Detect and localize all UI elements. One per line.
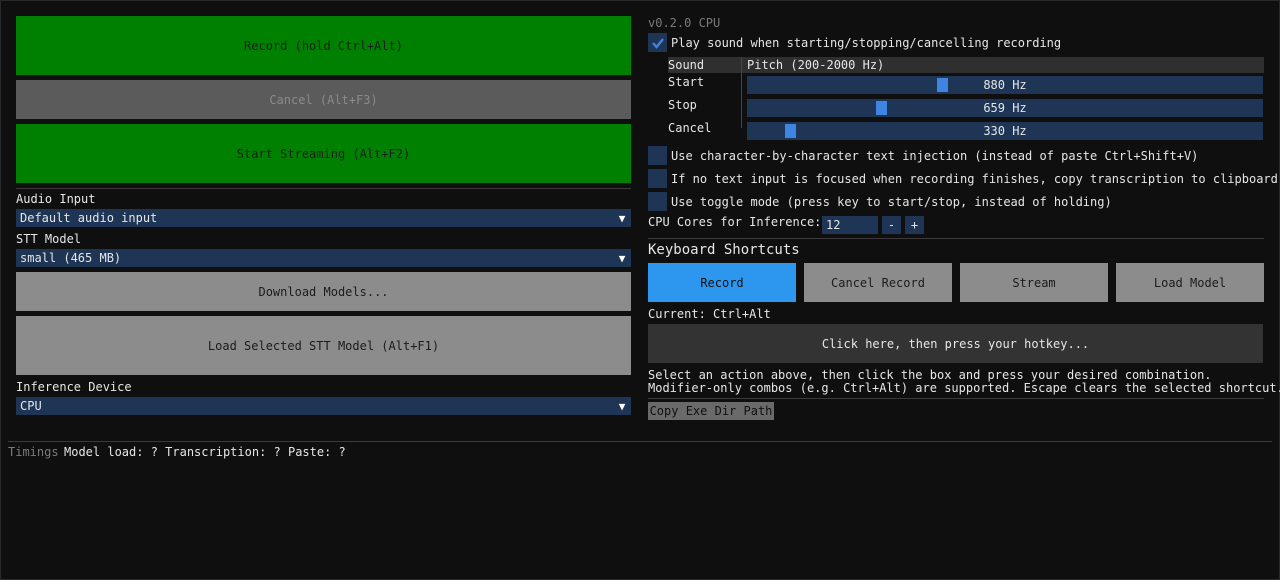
audio-input-select[interactable]: Default audio input ▼ [16, 209, 631, 227]
play-sound-checkbox[interactable] [648, 33, 667, 52]
help-text-line-2: Modifier-only combos (e.g. Ctrl+Alt) are… [648, 381, 1280, 395]
slider-grab[interactable] [876, 101, 887, 115]
char-injection-checkbox[interactable] [648, 146, 667, 165]
toggle-mode-checkbox[interactable] [648, 192, 667, 211]
pitch-slider-cancel[interactable]: 330 Hz [747, 122, 1263, 140]
inference-device-label: Inference Device [16, 380, 132, 394]
shortcut-tab-cancel-record[interactable]: Cancel Record [804, 263, 952, 302]
shortcut-tab-load-model[interactable]: Load Model [1116, 263, 1264, 302]
load-model-button[interactable]: Load Selected STT Model (Alt+F1) [16, 316, 631, 375]
table-column-divider [741, 57, 742, 128]
download-models-button[interactable]: Download Models... [16, 272, 631, 311]
sound-row-stop: Stop [668, 98, 697, 112]
timings-value: Model load: ? Transcription: ? Paste: ? [64, 445, 346, 459]
slider-grab[interactable] [937, 78, 948, 92]
increment-button[interactable]: + [905, 216, 924, 234]
separator [648, 238, 1264, 239]
inference-device-value: CPU [20, 399, 42, 413]
audio-input-label: Audio Input [16, 192, 96, 206]
clipboard-checkbox[interactable] [648, 169, 667, 188]
chevron-down-icon[interactable]: ▼ [613, 209, 631, 227]
sound-row-start: Start [668, 75, 705, 89]
chevron-down-icon[interactable]: ▼ [613, 249, 631, 267]
separator [16, 188, 631, 189]
stt-model-select[interactable]: small (465 MB) ▼ [16, 249, 631, 267]
hotkey-capture-box[interactable]: Click here, then press your hotkey... [648, 324, 1263, 363]
audio-input-value: Default audio input [20, 211, 158, 225]
toggle-mode-label: Use toggle mode (press key to start/stop… [671, 195, 1112, 209]
sound-row-cancel: Cancel [668, 121, 712, 135]
pitch-value-stop: 659 Hz [983, 101, 1027, 115]
timings-label: Timings [8, 445, 59, 459]
version-label: v0.2.0 CPU [648, 16, 721, 30]
record-button[interactable]: Record (hold Ctrl+Alt) [16, 16, 631, 75]
stt-model-value: small (465 MB) [20, 251, 122, 265]
help-text-line-1: Select an action above, then click the b… [648, 368, 1212, 382]
chevron-down-icon[interactable]: ▼ [613, 397, 631, 415]
copy-exe-dir-path-button[interactable]: Copy Exe Dir Path [648, 402, 774, 420]
pitch-slider-stop[interactable]: 659 Hz [747, 99, 1263, 117]
pitch-column-header: Pitch (200-2000 Hz) [747, 58, 885, 72]
shortcut-tab-record[interactable]: Record [648, 263, 796, 302]
shortcuts-title: Keyboard Shortcuts [648, 242, 800, 258]
char-injection-label: Use character-by-character text injectio… [671, 149, 1199, 163]
start-streaming-button[interactable]: Start Streaming (Alt+F2) [16, 124, 631, 183]
decrement-button[interactable]: - [882, 216, 901, 234]
stt-model-label: STT Model [16, 232, 82, 246]
pitch-value-start: 880 Hz [983, 78, 1027, 92]
pitch-value-cancel: 330 Hz [983, 124, 1027, 138]
shortcut-tab-stream[interactable]: Stream [960, 263, 1108, 302]
checkmark-icon [651, 37, 664, 49]
cpu-cores-input[interactable]: 12 [822, 216, 878, 234]
clipboard-label: If no text input is focused when recordi… [671, 172, 1278, 186]
separator [8, 441, 1272, 442]
sound-column-header: Sound [668, 58, 705, 72]
play-sound-label: Play sound when starting/stopping/cancel… [671, 36, 1062, 50]
cpu-cores-value: 12 [826, 218, 841, 232]
current-shortcut-label: Current: Ctrl+Alt [648, 307, 771, 321]
cpu-cores-label: CPU Cores for Inference: [648, 215, 822, 229]
pitch-slider-start[interactable]: 880 Hz [747, 76, 1263, 94]
separator [648, 398, 1264, 399]
cancel-button[interactable]: Cancel (Alt+F3) [16, 80, 631, 119]
slider-grab[interactable] [785, 124, 796, 138]
inference-device-select[interactable]: CPU ▼ [16, 397, 631, 415]
